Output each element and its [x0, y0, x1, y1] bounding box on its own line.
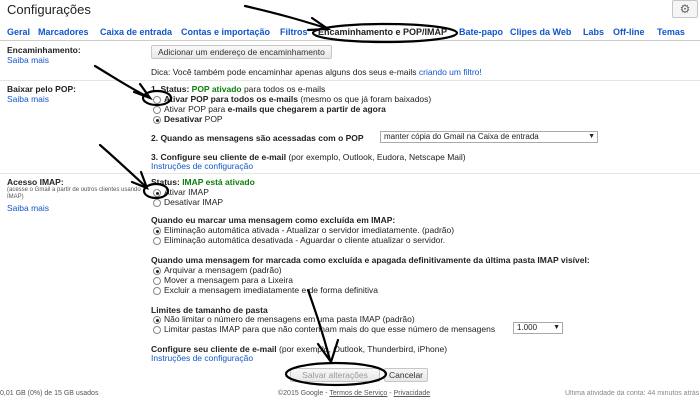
footer-sep: -	[389, 390, 392, 397]
imap-disable-label: Desativar IMAP	[164, 197, 224, 207]
imap-autoexpunge-on-radio[interactable]	[153, 227, 161, 235]
last-activity: Última atividade da conta: 44 minutos at…	[565, 390, 700, 397]
tab-temas[interactable]: Temas	[657, 27, 685, 37]
pop-q3-rest: (por exemplo, Outlook, Eudora, Netscape …	[288, 152, 466, 162]
imap-instructions-link[interactable]: Instruções de configuração	[151, 353, 253, 363]
imap-delete-forever-radio[interactable]	[153, 287, 161, 295]
pop-opt3-bold: Desativar	[164, 114, 203, 124]
imap-arrow-annotation	[98, 143, 147, 188]
chevron-down-icon: ▼	[553, 324, 560, 331]
imap-limit-label: Limitar pastas IMAP para que não contenh…	[164, 324, 496, 334]
pop-instructions-link[interactable]: Instruções de configuração	[151, 161, 253, 171]
pop-disable-radio[interactable]	[153, 116, 161, 124]
imap-limit-select[interactable]: 1.000 ▼	[513, 322, 563, 334]
pop-status: 1. Status: POP ativado para todos os e-m…	[151, 84, 325, 94]
imap-delete-forever-label: Excluir a mensagem imediatamente e de fo…	[164, 285, 379, 295]
footer-copyright: ©2015 Google -	[278, 390, 328, 397]
terms-link[interactable]: Termos de Serviço	[329, 390, 387, 397]
imap-archive-radio[interactable]	[153, 267, 161, 275]
imap-status-label: Status:	[151, 177, 180, 187]
imap-no-limit-radio[interactable]	[153, 316, 161, 324]
imap-disable-radio[interactable]	[153, 199, 161, 207]
imap-autoexpunge-on-label: Eliminação automática ativada - Atualiza…	[164, 225, 455, 235]
settings-tabs: Geral Marcadores Caixa de entrada Contas…	[0, 27, 700, 41]
pop-title: Baixar pelo POP:	[7, 84, 76, 94]
pop-status-label: Status:	[160, 84, 190, 94]
tab-arrow-annotation	[243, 4, 328, 30]
gear-icon[interactable]: ⚙	[672, 0, 698, 18]
imap-expunge-question: Quando uma mensagem for marcada como exc…	[151, 255, 590, 265]
pop-opt1-bold: Ativar POP para todos os e-mails	[164, 94, 298, 104]
pop-status-value: POP ativado	[191, 84, 242, 94]
pop-enable-new-label: Ativar POP para e-mails que chegarem a p…	[164, 104, 386, 114]
tab-encaminhamento-pop-imap[interactable]: Encaminhamento e POP/IMAP	[318, 27, 447, 37]
imap-limit-radio[interactable]	[153, 326, 161, 334]
cancel-button[interactable]: Cancelar	[384, 368, 428, 382]
pop-disable-label: Desativar POP	[164, 114, 223, 124]
imap-trash-radio[interactable]	[153, 277, 161, 285]
pop-access-question: 2. Quando as mensagens são acessadas com…	[151, 133, 364, 143]
imap-delete-question: Quando eu marcar uma mensagem como exclu…	[151, 215, 396, 225]
tab-contas-importacao[interactable]: Contas e importação	[181, 27, 270, 37]
imap-trash-label: Mover a mensagem para a Lixeira	[164, 275, 293, 285]
pop-opt1-rest: (mesmo os que já foram baixados)	[300, 94, 432, 104]
forwarding-tip: Dica: Você também pode encaminhar apenas…	[151, 67, 482, 77]
imap-archive-label: Arquivar a mensagem (padrão)	[164, 265, 282, 275]
pop-opt2-bold: e-mails que chegarem a partir de agora	[227, 104, 386, 114]
chevron-down-icon: ▼	[588, 133, 595, 140]
page-title: Configurações	[7, 2, 91, 17]
tab-off-line[interactable]: Off-line	[613, 27, 645, 37]
forwarding-title: Encaminhamento:	[7, 45, 81, 55]
pop-access-select[interactable]: manter cópia do Gmail na Caixa de entrad…	[380, 131, 598, 143]
pop-status-suffix: para todos os e-mails	[243, 84, 326, 94]
create-filter-link[interactable]: criando um filtro!	[419, 67, 482, 77]
pop-opt3-rest: POP	[204, 114, 223, 124]
tab-caixa-de-entrada[interactable]: Caixa de entrada	[100, 27, 172, 37]
forwarding-help-link[interactable]: Saiba mais	[7, 55, 49, 65]
pop-enable-all-radio[interactable]	[153, 96, 161, 104]
imap-subtitle: (acesse o Gmail a partir de outros clien…	[7, 187, 141, 200]
tab-filtros[interactable]: Filtros	[280, 27, 308, 37]
add-forwarding-address-button[interactable]: Adicionar um endereço de encaminhamento	[151, 45, 332, 59]
tab-clipes-da-web[interactable]: Clipes da Web	[510, 27, 571, 37]
imap-enable-label: Ativar IMAP	[164, 187, 209, 197]
imap-status: Status: IMAP está ativado	[151, 177, 255, 187]
tab-marcadores[interactable]: Marcadores	[38, 27, 89, 37]
save-button[interactable]: Salvar alterações	[290, 368, 380, 382]
imap-title: Acesso IMAP:	[7, 177, 64, 187]
imap-status-value: IMAP está ativado	[182, 177, 255, 187]
imap-help-link[interactable]: Saiba mais	[7, 203, 49, 213]
pop-access-select-value: manter cópia do Gmail na Caixa de entrad…	[384, 132, 539, 141]
imap-autoexpunge-off-radio[interactable]	[153, 237, 161, 245]
footer-links: ©2015 Google - Termos de Serviço - Priva…	[278, 390, 430, 397]
imap-autoexpunge-off-label: Eliminação automática desativada - Aguar…	[164, 235, 446, 245]
forwarding-tip-text: Dica: Você também pode encaminhar apenas…	[151, 67, 417, 77]
pop-enable-new-radio[interactable]	[153, 106, 161, 114]
tab-labs[interactable]: Labs	[583, 27, 604, 37]
tab-geral[interactable]: Geral	[7, 27, 30, 37]
imap-no-limit-label: Não limitar o número de mensagens em uma…	[164, 314, 415, 324]
pop-enable-all-label: Ativar POP para todos os e-mails (mesmo …	[164, 94, 431, 104]
imap-limit-select-value: 1.000	[517, 323, 538, 332]
pop-opt2-pre: Ativar POP para	[164, 104, 226, 114]
imap-client-rest: (por exemplo, Outlook, Thunderbird, iPho…	[279, 344, 448, 354]
pop-help-link[interactable]: Saiba mais	[7, 94, 49, 104]
privacy-link[interactable]: Privacidade	[394, 390, 431, 397]
imap-enable-radio[interactable]	[153, 189, 161, 197]
storage-usage: 0,01 GB (0%) de 15 GB usados	[0, 390, 99, 397]
pop-status-num: 1.	[151, 84, 159, 94]
tab-bate-papo[interactable]: Bate-papo	[459, 27, 503, 37]
pop-arrow-annotation	[93, 64, 150, 99]
